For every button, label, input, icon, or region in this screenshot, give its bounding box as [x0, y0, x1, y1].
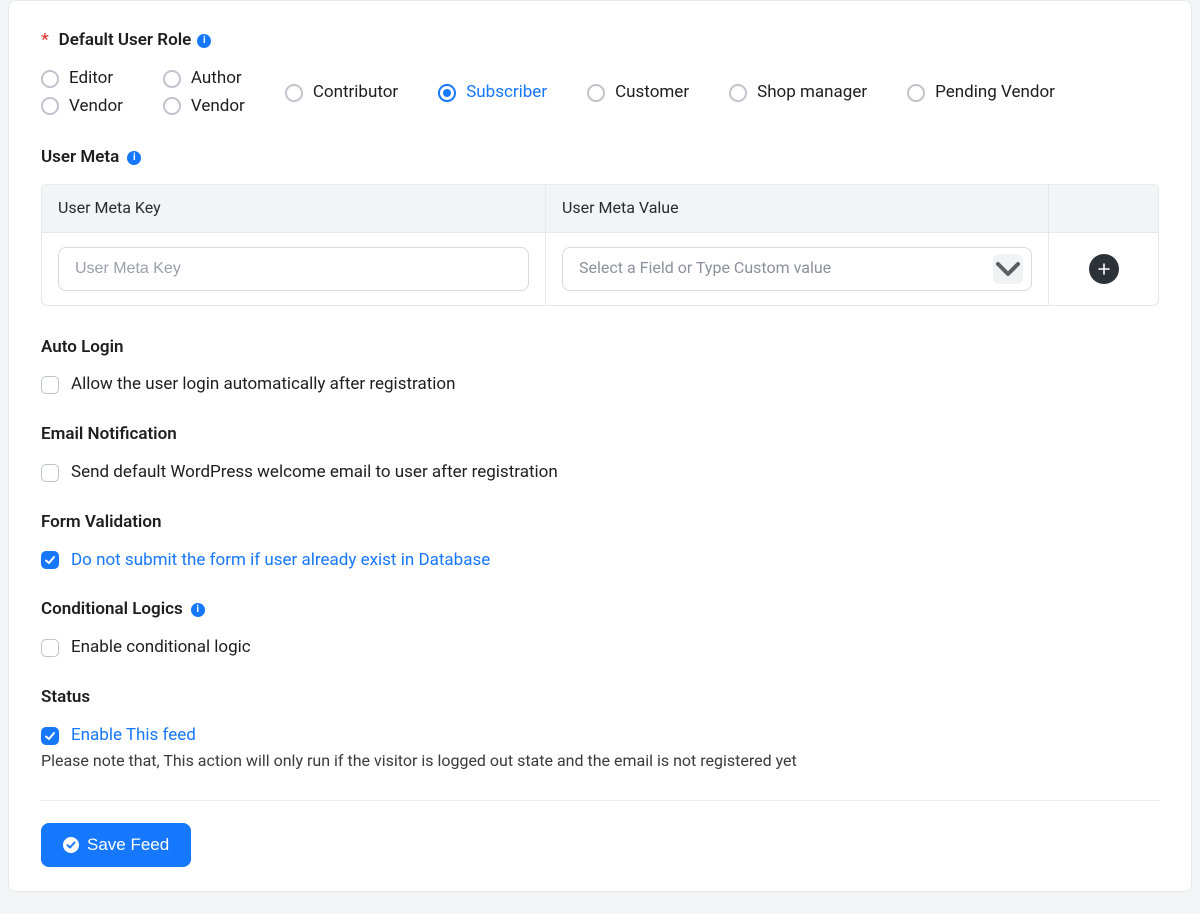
- form-validation-heading: Form Validation: [41, 511, 1159, 535]
- radio-label: Pending Vendor: [935, 81, 1055, 105]
- role-radio-contributor[interactable]: Contributor: [285, 67, 398, 119]
- auto-login-heading: Auto Login: [41, 336, 1159, 360]
- auto-login-label: Allow the user login automatically after…: [71, 373, 455, 397]
- radio-icon: [41, 70, 59, 88]
- role-radio-customer[interactable]: Customer: [587, 67, 689, 119]
- conditional-logics-heading-text: Conditional Logics: [41, 598, 183, 622]
- checkbox-icon: [41, 727, 59, 745]
- divider: [41, 800, 1159, 801]
- form-validation-label: Do not submit the form if user already e…: [71, 549, 490, 573]
- user-meta-heading: User Meta i: [41, 146, 1159, 170]
- save-feed-button-label: Save Feed: [87, 835, 169, 855]
- info-icon[interactable]: i: [127, 151, 141, 165]
- info-icon[interactable]: i: [197, 34, 211, 48]
- status-heading-text: Status: [41, 686, 90, 710]
- user-meta-row: Select a Field or Type Custom value: [42, 233, 1158, 305]
- auto-login-checkbox[interactable]: Allow the user login automatically after…: [41, 373, 1159, 397]
- info-icon[interactable]: i: [191, 603, 205, 617]
- radio-icon: [285, 84, 303, 102]
- form-validation-heading-text: Form Validation: [41, 511, 161, 535]
- user-meta-heading-text: User Meta: [41, 146, 119, 170]
- role-radio-author[interactable]: Author: [163, 67, 245, 91]
- col-header-value: User Meta Value: [545, 185, 1048, 231]
- radio-icon: [41, 97, 59, 115]
- email-notification-checkbox[interactable]: Send default WordPress welcome email to …: [41, 461, 1159, 485]
- required-mark: *: [41, 29, 49, 53]
- user-meta-value-select[interactable]: Select a Field or Type Custom value: [562, 247, 1032, 291]
- user-meta-key-input[interactable]: [58, 247, 529, 291]
- radio-icon: [438, 84, 456, 102]
- chevron-down-icon: [993, 254, 1023, 284]
- role-radio-vendor[interactable]: Vendor: [41, 95, 123, 119]
- radio-label: Contributor: [313, 81, 398, 105]
- checkbox-icon: [41, 551, 59, 569]
- form-validation-checkbox[interactable]: Do not submit the form if user already e…: [41, 549, 1159, 573]
- email-notification-label: Send default WordPress welcome email to …: [71, 461, 558, 485]
- check-circle-icon: [63, 837, 79, 853]
- default-user-role-label: * Default User Role i: [41, 29, 1159, 53]
- radio-label: Subscriber: [466, 81, 547, 105]
- status-note: Please note that, This action will only …: [41, 750, 1159, 772]
- conditional-logics-label: Enable conditional logic: [71, 636, 251, 660]
- status-label: Enable This feed: [71, 724, 196, 748]
- radio-icon: [587, 84, 605, 102]
- status-checkbox[interactable]: Enable This feed: [41, 724, 1159, 748]
- radio-label: Vendor: [191, 95, 245, 119]
- col-header-actions: [1048, 185, 1158, 231]
- role-radio-vendor-2[interactable]: Vendor: [163, 95, 245, 119]
- radio-label: Shop manager: [757, 81, 867, 105]
- save-feed-button[interactable]: Save Feed: [41, 823, 191, 867]
- email-notification-heading-text: Email Notification: [41, 423, 177, 447]
- radio-icon: [163, 97, 181, 115]
- radio-label: Vendor: [69, 95, 123, 119]
- email-notification-heading: Email Notification: [41, 423, 1159, 447]
- checkbox-icon: [41, 639, 59, 657]
- radio-icon: [907, 84, 925, 102]
- settings-card: * Default User Role i Editor Vendor Auth…: [8, 0, 1192, 892]
- radio-label: Editor: [69, 67, 113, 91]
- role-radio-group: Editor Vendor Author Vendor C: [41, 67, 1159, 119]
- status-heading: Status: [41, 686, 1159, 710]
- col-header-key: User Meta Key: [42, 185, 545, 231]
- user-meta-table-head: User Meta Key User Meta Value: [42, 185, 1158, 232]
- role-radio-pending-vendor[interactable]: Pending Vendor: [907, 67, 1055, 119]
- checkbox-icon: [41, 464, 59, 482]
- radio-icon: [729, 84, 747, 102]
- auto-login-heading-text: Auto Login: [41, 336, 123, 360]
- checkbox-icon: [41, 376, 59, 394]
- conditional-logics-heading: Conditional Logics i: [41, 598, 1159, 622]
- add-meta-row-button[interactable]: [1089, 254, 1119, 284]
- radio-label: Customer: [615, 81, 689, 105]
- user-meta-table: User Meta Key User Meta Value Select a F…: [41, 184, 1159, 305]
- default-user-role-text: Default User Role: [59, 29, 192, 53]
- radio-label: Author: [191, 67, 242, 91]
- select-placeholder-text: Select a Field or Type Custom value: [579, 257, 831, 279]
- role-radio-subscriber[interactable]: Subscriber: [438, 67, 547, 119]
- radio-icon: [163, 70, 181, 88]
- role-radio-editor[interactable]: Editor: [41, 67, 123, 91]
- role-radio-shop-manager[interactable]: Shop manager: [729, 67, 867, 119]
- conditional-logics-checkbox[interactable]: Enable conditional logic: [41, 636, 1159, 660]
